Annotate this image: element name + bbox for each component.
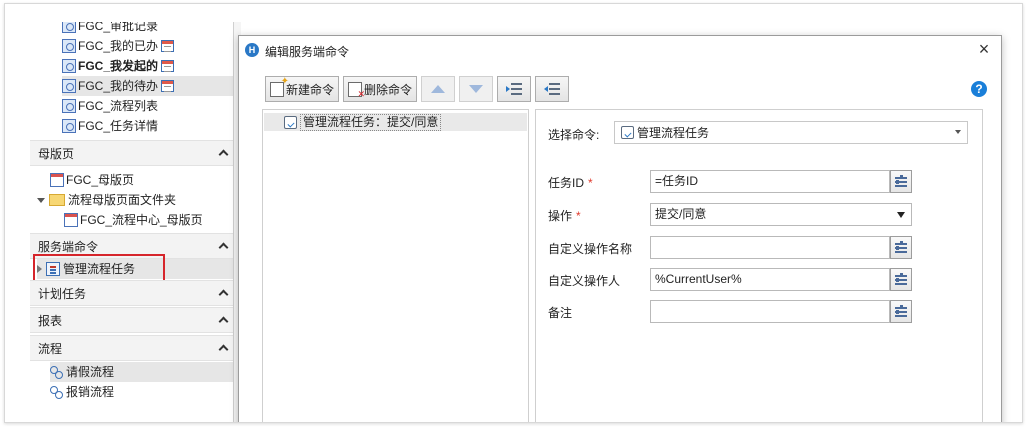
remark-label: 备注	[548, 306, 573, 320]
new-document-icon	[270, 76, 289, 97]
task-command-icon	[284, 115, 297, 129]
section-flows[interactable]: 流程	[30, 335, 235, 361]
edit-server-command-dialog: H 编辑服务端命令 × 新建命令 删除命令	[238, 35, 1002, 422]
indent-icon	[506, 83, 523, 95]
formula-editor-button[interactable]	[890, 170, 912, 193]
close-button[interactable]: ×	[975, 40, 993, 58]
custom-operation-name-field[interactable]	[650, 236, 890, 259]
section-master-pages[interactable]: 母版页	[30, 140, 235, 166]
folder-item[interactable]: 流程母版页面文件夹	[37, 190, 176, 210]
master-page-icon	[50, 173, 64, 187]
table-page-icon	[161, 60, 175, 72]
chevron-up-icon[interactable]	[218, 316, 229, 327]
flow-icon	[50, 386, 64, 399]
page-item[interactable]: FGC_任务详情	[62, 116, 158, 136]
command-tree-item[interactable]: 管理流程任务：提交/同意	[264, 113, 527, 131]
expand-triangle-icon[interactable]	[37, 197, 45, 203]
operation-label: 操作 *	[548, 209, 581, 223]
page-icon	[62, 59, 76, 73]
section-reports[interactable]: 报表	[30, 307, 235, 333]
command-tree: 管理流程任务：提交/同意	[262, 109, 529, 422]
chevron-down-icon	[955, 130, 961, 134]
delete-command-button[interactable]: 删除命令	[343, 76, 418, 102]
custom-operator-field[interactable]: %CurrentUser%	[650, 268, 890, 291]
master-page-icon	[64, 213, 78, 227]
page-item[interactable]: FGC_审批记录	[62, 22, 158, 36]
chevron-up-icon[interactable]	[218, 149, 229, 160]
delete-document-icon	[348, 81, 365, 100]
arrow-up-icon	[431, 85, 446, 93]
remark-field[interactable]	[650, 300, 890, 323]
page-item[interactable]: FGC_我发起的	[62, 56, 175, 76]
formula-editor-button[interactable]	[890, 268, 912, 291]
chevron-up-icon[interactable]	[218, 289, 229, 300]
help-icon[interactable]: ?	[971, 81, 987, 97]
master-page-item[interactable]: FGC_母版页	[50, 170, 134, 190]
select-command-dropdown[interactable]: 管理流程任务	[614, 121, 968, 144]
section-scheduled-tasks[interactable]: 计划任务	[30, 280, 235, 306]
page-item[interactable]: FGC_我的已办	[62, 36, 175, 56]
select-command-label: 选择命令:	[548, 128, 600, 142]
task-command-icon	[621, 126, 634, 139]
master-page-item[interactable]: FGC_流程中心_母版页	[64, 210, 203, 230]
folder-icon	[49, 194, 65, 206]
chevron-up-icon[interactable]	[218, 242, 229, 253]
custom-operator-label: 自定义操作人	[548, 274, 621, 288]
table-page-icon	[161, 40, 175, 52]
command-toolbar: 新建命令 删除命令	[265, 76, 570, 102]
formula-editor-button[interactable]	[890, 236, 912, 259]
page-item[interactable]: FGC_我的待办	[62, 76, 235, 96]
page-icon	[62, 39, 76, 53]
outdent-icon	[544, 83, 561, 95]
move-up-button[interactable]	[421, 76, 456, 102]
dialog-titlebar[interactable]: H 编辑服务端命令 ×	[239, 36, 1001, 64]
chevron-down-icon	[897, 212, 905, 218]
new-command-button[interactable]: 新建命令	[265, 76, 340, 102]
page-icon	[62, 79, 76, 93]
operation-select[interactable]: 提交/同意	[650, 203, 912, 226]
task-id-label: 任务ID *	[548, 176, 593, 190]
flow-icon	[50, 366, 64, 379]
custom-operation-name-label: 自定义操作名称	[548, 242, 633, 256]
outdent-button[interactable]	[535, 76, 570, 102]
screenshot-frame: FGC_审批记录 FGC_我的已办 FGC_我发起的 FGC_我的待办 FGC_…	[4, 3, 1023, 423]
page-icon	[62, 22, 76, 33]
flow-item[interactable]: 请假流程	[50, 362, 235, 382]
command-properties: 选择命令: 管理流程任务 任务ID * =任务ID 操作 * 提交/同意 自定义操作…	[535, 109, 983, 422]
formula-editor-button[interactable]	[890, 300, 912, 323]
arrow-down-icon	[469, 85, 484, 93]
indent-button[interactable]	[497, 76, 532, 102]
project-navigator: FGC_审批记录 FGC_我的已办 FGC_我发起的 FGC_我的待办 FGC_…	[30, 22, 235, 422]
app-logo-icon: H	[245, 43, 259, 57]
table-page-icon	[161, 80, 175, 92]
dialog-title: 编辑服务端命令	[265, 45, 350, 59]
page-icon	[62, 99, 76, 113]
page-icon	[62, 119, 76, 133]
move-down-button[interactable]	[459, 76, 494, 102]
flow-item[interactable]: 报销流程	[50, 382, 114, 402]
chevron-up-icon[interactable]	[218, 344, 229, 355]
page-item[interactable]: FGC_流程列表	[62, 96, 158, 116]
task-id-field[interactable]: =任务ID	[650, 170, 890, 193]
